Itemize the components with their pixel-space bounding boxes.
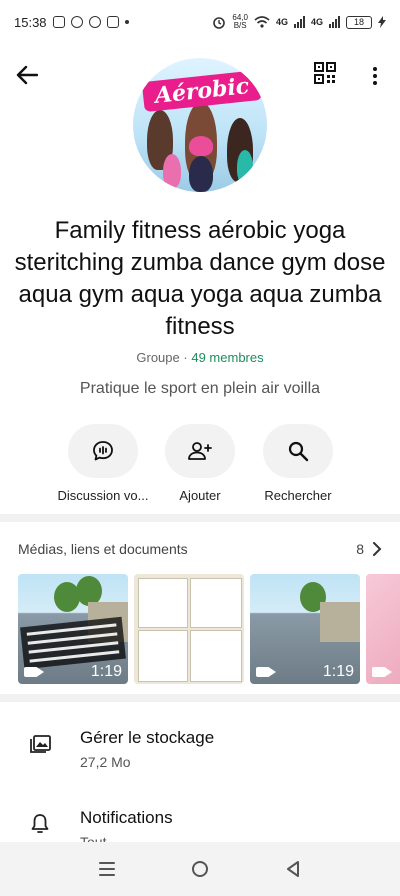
media-thumbnail-image[interactable] bbox=[134, 574, 244, 684]
group-description: Pratique le sport en plein air voilla bbox=[79, 380, 321, 397]
media-thumbnail-video[interactable]: 1:19 bbox=[18, 574, 128, 684]
qr-code-icon bbox=[314, 62, 336, 84]
video-duration: 1:19 bbox=[90, 663, 122, 680]
thumb-wall bbox=[320, 602, 360, 642]
thumb-doc-panel bbox=[138, 578, 188, 628]
tiktok-icon bbox=[70, 16, 83, 28]
media-count[interactable]: 8 bbox=[356, 541, 382, 557]
back-nav-button[interactable] bbox=[279, 855, 307, 883]
video-bar: 1:19 bbox=[18, 660, 128, 684]
media-title: Médias, liens et documents bbox=[18, 541, 188, 557]
status-bar: 15:38 64,0 B/S 4G 4G 18 bbox=[0, 0, 400, 44]
search-label: Rechercher bbox=[264, 488, 332, 503]
video-bar: 1:19 bbox=[250, 660, 360, 684]
video-camera-icon bbox=[24, 667, 44, 677]
avatar-banner: Aérobic bbox=[141, 69, 263, 113]
home-circle-icon bbox=[191, 861, 208, 877]
system-nav-bar bbox=[0, 842, 400, 896]
more-dot-icon bbox=[373, 74, 377, 78]
net-speed: 64,0 B/S bbox=[232, 13, 248, 30]
facebook-icon bbox=[88, 16, 101, 28]
add-member-label: Ajouter bbox=[179, 488, 221, 503]
menu-lines-icon bbox=[98, 862, 115, 876]
status-time: 15:38 bbox=[14, 14, 47, 30]
battery-icon: 18 bbox=[346, 15, 372, 29]
thumb-doc-panel bbox=[190, 578, 242, 628]
recent-apps-button[interactable] bbox=[93, 855, 121, 883]
alarm-icon bbox=[213, 17, 226, 29]
office-icon bbox=[106, 16, 119, 28]
storage-icon bbox=[30, 735, 51, 753]
manage-storage-title: Gérer le stockage bbox=[80, 728, 215, 747]
video-duration: 1:19 bbox=[322, 663, 354, 680]
signal-2-label: 4G bbox=[310, 17, 323, 27]
search-button[interactable]: Rechercher bbox=[243, 424, 353, 503]
group-title: Family fitness aérobic yoga steritching … bbox=[14, 217, 386, 340]
members-link[interactable]: 49 membres bbox=[191, 350, 263, 365]
back-button[interactable] bbox=[12, 60, 42, 90]
voice-chat-label: Discussion vo... bbox=[57, 488, 149, 503]
home-button[interactable] bbox=[186, 855, 214, 883]
media-thumbnail-video[interactable]: 1:19 bbox=[250, 574, 360, 684]
video-bar bbox=[366, 660, 400, 684]
bell-icon bbox=[31, 814, 49, 833]
manage-storage-row[interactable]: Gérer le stockage 27,2 Mo bbox=[0, 716, 400, 776]
more-options-button[interactable] bbox=[364, 62, 386, 90]
triangle-back-icon bbox=[287, 861, 300, 877]
thumb-doc-panel bbox=[190, 630, 242, 682]
signal-2-bars-icon bbox=[329, 16, 340, 28]
instagram-icon bbox=[52, 16, 65, 28]
search-icon bbox=[288, 441, 309, 462]
video-camera-icon bbox=[256, 667, 276, 677]
video-camera-icon bbox=[372, 667, 392, 677]
add-person-icon bbox=[188, 442, 212, 460]
action-buttons: Discussion vo... Ajouter Rechercher bbox=[0, 424, 400, 504]
media-thumbnail-video[interactable] bbox=[366, 574, 400, 684]
thumb-doc-panel bbox=[138, 630, 188, 682]
signal-1-label: 4G bbox=[275, 17, 288, 27]
voice-chat-circle[interactable] bbox=[68, 424, 138, 478]
wifi-icon bbox=[254, 16, 270, 28]
media-count-number: 8 bbox=[356, 541, 364, 557]
add-member-circle[interactable] bbox=[165, 424, 235, 478]
group-avatar[interactable]: Aérobic bbox=[133, 58, 267, 192]
avatar-figure-top bbox=[189, 136, 213, 156]
voice-chat-icon bbox=[93, 441, 113, 461]
qr-code-button[interactable] bbox=[314, 62, 342, 90]
arrow-left-icon bbox=[16, 65, 38, 85]
charging-icon bbox=[378, 16, 386, 28]
avatar-figure bbox=[163, 154, 181, 188]
more-dot-icon bbox=[373, 67, 377, 71]
more-notifications-icon bbox=[124, 20, 129, 24]
signal-1-bars-icon bbox=[293, 16, 305, 28]
section-divider bbox=[0, 514, 400, 522]
group-meta: Groupe · 49 membres bbox=[0, 350, 400, 365]
chevron-right-icon bbox=[373, 542, 382, 556]
search-circle[interactable] bbox=[263, 424, 333, 478]
meta-separator: · bbox=[183, 350, 188, 365]
manage-storage-size: 27,2 Mo bbox=[80, 754, 131, 770]
media-header[interactable]: Médias, liens et documents 8 bbox=[18, 534, 382, 564]
add-member-button[interactable]: Ajouter bbox=[145, 424, 255, 503]
group-type: Groupe bbox=[136, 350, 180, 365]
avatar-figure bbox=[237, 150, 253, 184]
more-dot-icon bbox=[373, 81, 377, 85]
section-divider bbox=[0, 694, 400, 702]
voice-chat-button[interactable]: Discussion vo... bbox=[48, 424, 158, 503]
notifications-title: Notifications bbox=[80, 808, 173, 827]
media-thumbnails: 1:19 1:19 bbox=[18, 574, 400, 684]
avatar-figure-legs bbox=[189, 156, 213, 192]
